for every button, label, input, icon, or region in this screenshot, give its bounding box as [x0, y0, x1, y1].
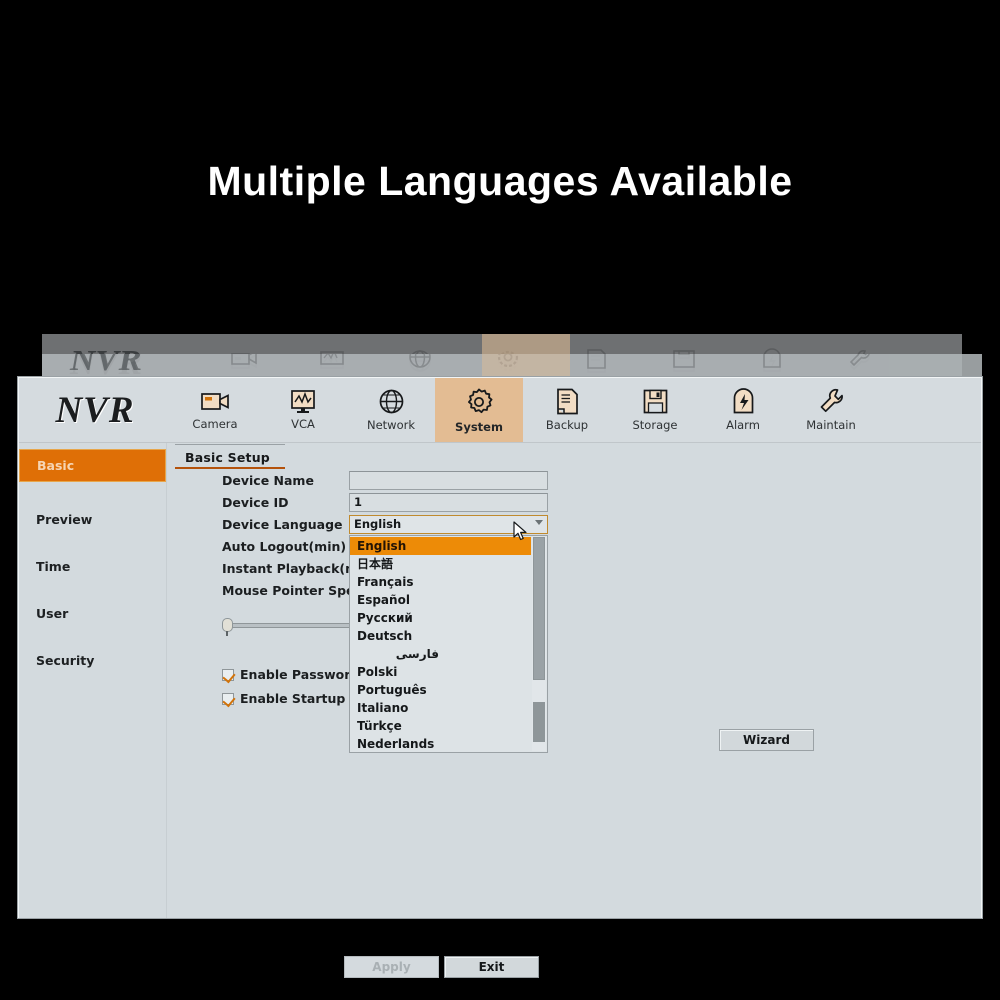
- row-auto-logout: Auto Logout(min): [167, 537, 981, 558]
- ghost2-icon-network: [376, 354, 464, 374]
- sidebar-item-label: Preview: [36, 512, 93, 527]
- language-option[interactable]: Italiano: [350, 699, 531, 717]
- apply-button[interactable]: Apply: [344, 956, 439, 978]
- settings-sidebar: Basic Preview Time User Security: [19, 443, 167, 918]
- sidebar-item-preview[interactable]: Preview: [19, 502, 166, 537]
- dropdown-scrollbar[interactable]: [532, 537, 546, 751]
- sidebar-item-label: Time: [36, 559, 71, 574]
- sidebar-item-security[interactable]: Security: [19, 643, 166, 678]
- sidebar-item-label: Basic: [37, 458, 75, 473]
- main-toolbar: NVR Camera VCA Network System Backup Sto…: [19, 378, 981, 443]
- ghost2-icon-maintain: [816, 354, 904, 374]
- language-option[interactable]: English: [350, 537, 531, 555]
- tab-label: Basic Setup: [185, 450, 270, 465]
- language-option[interactable]: Deutsch: [350, 627, 531, 645]
- nav-vca[interactable]: VCA: [259, 378, 347, 442]
- tab-active-underline: [175, 467, 285, 469]
- sidebar-item-basic[interactable]: Basic: [19, 449, 166, 482]
- wizard-button[interactable]: Wizard: [719, 729, 814, 751]
- sidebar-item-label: Security: [36, 653, 95, 668]
- nav-storage[interactable]: Storage: [611, 378, 699, 442]
- language-dropdown-list[interactable]: English 日本語 Français Español Русский Deutsch ف…: [349, 535, 548, 753]
- language-option[interactable]: Nederlands: [350, 735, 531, 753]
- password-protection-checkbox[interactable]: [222, 668, 234, 681]
- nav-network-label: Network: [366, 418, 416, 432]
- language-option[interactable]: Español: [350, 591, 531, 609]
- ghost2-icon-alarm: [728, 354, 816, 374]
- nav-backup[interactable]: Backup: [523, 378, 611, 442]
- nav-system-label: System: [455, 419, 503, 434]
- tab-basic-setup[interactable]: Basic Setup: [177, 443, 278, 469]
- language-option[interactable]: Polski: [350, 663, 531, 681]
- sidebar-item-label: User: [36, 606, 69, 621]
- row-device-name: Device Name: [167, 471, 981, 492]
- dropdown-scroll-thumb-lower[interactable]: [533, 702, 545, 742]
- document-icon: [555, 388, 580, 415]
- row-device-language: Device Language English English 日本語 França…: [167, 515, 981, 753]
- wrench-icon: [818, 388, 845, 415]
- nav-alarm[interactable]: Alarm: [699, 378, 787, 442]
- gear-icon: [464, 387, 494, 417]
- row-device-id: Device ID 1: [167, 493, 981, 514]
- sidebar-item-time[interactable]: Time: [19, 549, 166, 584]
- ghost2-icon-storage: [640, 354, 728, 374]
- device-id-input[interactable]: 1: [349, 493, 548, 512]
- nav-network[interactable]: Network: [347, 378, 435, 442]
- dropdown-scroll-thumb[interactable]: [533, 537, 545, 680]
- language-option[interactable]: Türkçe: [350, 717, 531, 735]
- bell-lightning-icon: [731, 388, 756, 415]
- nav-alarm-label: Alarm: [726, 418, 760, 432]
- device-language-value: English: [354, 517, 402, 531]
- language-options-container: English 日本語 Français Español Русский Deutsch ف…: [350, 536, 531, 752]
- nav-camera-label: Camera: [192, 417, 238, 431]
- row-mouse-pointer-speed: Mouse Pointer Speed: [167, 581, 981, 602]
- slider-tick-min: [226, 631, 228, 636]
- screenshot-root: Multiple Languages Available NVR NVR Cam…: [0, 0, 1000, 1000]
- monitor-waveform-icon: [288, 389, 318, 414]
- sidebar-item-user[interactable]: User: [19, 596, 166, 631]
- language-option[interactable]: Français: [350, 573, 531, 591]
- globe-icon: [378, 388, 405, 415]
- row-instant-playback: Instant Playback(m...: [167, 559, 981, 580]
- ghost-logo-2: NVR: [70, 354, 142, 378]
- nvr-logo: NVR: [55, 389, 135, 431]
- floppy-disk-icon: [642, 388, 669, 415]
- nav-camera[interactable]: Camera: [171, 378, 259, 442]
- nav-system[interactable]: System: [435, 378, 523, 442]
- ghost2-icon-vca: [288, 354, 376, 373]
- nav-maintain[interactable]: Maintain: [787, 378, 875, 442]
- slider-handle[interactable]: [222, 618, 233, 632]
- nvr-config-window: NVR Camera VCA Network System Backup Sto…: [18, 377, 982, 978]
- device-name-input[interactable]: [349, 471, 548, 490]
- language-option[interactable]: 日本語: [350, 555, 531, 573]
- nav-maintain-label: Maintain: [806, 418, 856, 432]
- basic-setup-form: Device Name Device ID 1 Device Language …: [167, 471, 981, 753]
- ghost2-icon-camera: [200, 354, 288, 373]
- page-title: Multiple Languages Available: [207, 158, 793, 204]
- camera-icon: [200, 389, 230, 414]
- language-option[interactable]: Português: [350, 681, 531, 699]
- nav-storage-label: Storage: [632, 418, 678, 432]
- language-option[interactable]: Русский: [350, 609, 531, 627]
- language-option[interactable]: فارسی: [350, 645, 531, 663]
- settings-content: Basic Setup Device Name Device ID 1 Devi…: [167, 443, 981, 978]
- device-language-select[interactable]: English: [349, 515, 548, 534]
- window-body: Basic Preview Time User Security Basic S…: [19, 443, 981, 978]
- startup-wizard-checkbox[interactable]: [222, 692, 234, 705]
- nav-backup-label: Backup: [545, 418, 589, 432]
- exit-button[interactable]: Exit: [444, 956, 539, 978]
- nav-vca-label: VCA: [291, 417, 315, 431]
- chevron-down-icon: [535, 520, 543, 525]
